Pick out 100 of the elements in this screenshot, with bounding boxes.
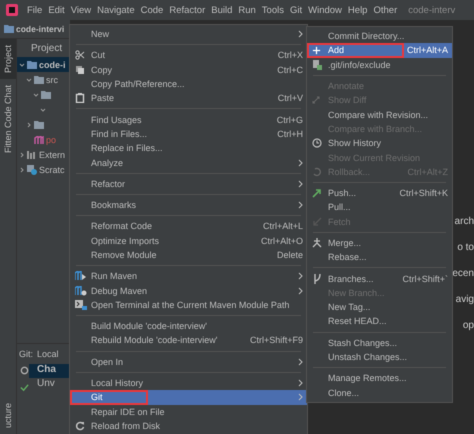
menu-item[interactable]: Repair IDE on File [70,404,307,419]
menu-item[interactable]: Copy Ctrl+C [70,62,307,77]
chevron-icon[interactable] [26,122,32,128]
maven-file-icon [34,136,44,144]
window-title: code-interv [408,4,456,16]
fetch-arrow-icon [312,216,322,227]
menu-item[interactable]: Refactor [70,176,307,191]
menu-item[interactable]: Clone... [307,386,452,400]
menu-item[interactable]: Run Maven [70,269,307,284]
merge-icon [312,238,322,248]
folder-icon [34,120,44,128]
menu-item[interactable]: Analyze [70,155,307,170]
editor-text: arch [454,215,474,229]
tree-item-label: po [46,134,56,144]
menu-item[interactable]: Window [305,4,345,16]
scratch-icon [27,164,37,174]
editor-text: op [462,319,474,333]
menu-item[interactable]: Paste Ctrl+V [70,91,307,106]
menu-item[interactable]: Cut Ctrl+X [70,48,307,63]
menu-item[interactable]: Show History [307,136,452,150]
terminal-icon [75,300,87,310]
menu-item[interactable]: New [70,27,307,42]
menu-item[interactable]: Commit Directory... [307,29,452,44]
refresh-icon[interactable] [20,366,29,375]
tree-item-label: code-i [39,60,66,70]
menu-item[interactable]: Run [235,4,259,16]
menu-item[interactable]: Other [370,4,400,16]
menu-item[interactable]: Build [208,4,236,16]
editor-text: ecen [452,267,474,281]
menu-item[interactable]: Help [344,4,370,16]
menu-item[interactable]: Find Usages Ctrl+G [70,112,307,127]
menu-item[interactable]: Refactor [166,4,208,16]
menu-item[interactable]: Replace in Files... [70,141,307,156]
changelist-item[interactable]: Cha [29,364,70,378]
menu-item[interactable]: Debug Maven [70,283,307,298]
tree-row[interactable]: src [17,72,70,87]
module-folder-icon [4,25,14,33]
menu-item[interactable]: Add Ctrl+Alt+A [307,43,452,58]
tree-row[interactable]: Extern [17,147,70,162]
chevron-icon[interactable] [19,62,25,68]
menu-item[interactable]: .git/info/exclude [307,58,452,72]
menu-item[interactable]: Push... Ctrl+Shift+K [307,186,452,200]
menu-item[interactable]: View [68,4,94,16]
menu-item[interactable]: Build Module 'code-interview' [70,319,307,334]
copy-icon [75,64,85,75]
menu-item[interactable]: Tools [258,4,287,16]
menu-item[interactable]: New Tag... [307,300,452,314]
chevron-icon[interactable] [19,166,25,172]
project-name: code-intervi [16,24,64,34]
branch-icon [312,274,322,284]
app-logo-icon [6,4,18,16]
menu-item[interactable]: Branches... Ctrl+Shift+` [307,271,452,286]
clock-icon [312,138,322,148]
tree-item-label: Scratc [39,164,65,174]
diff-arrows-icon [312,95,322,106]
panel-tab[interactable]: Local [37,349,59,359]
push-arrow-icon [312,188,322,198]
maven-run-icon [75,271,87,282]
tool-window-tab[interactable]: ucture [0,396,16,434]
menu-item[interactable]: Copy Path/Reference... [70,76,307,92]
menu-item[interactable]: Merge... [307,236,452,250]
changelist-item[interactable]: Unv [29,378,70,392]
menu-item[interactable]: Reset HEAD... [307,314,452,329]
menu-item[interactable]: Rebuild Module 'code-interview' Ctrl+Shift+F9 [70,333,307,348]
chevron-icon[interactable] [33,92,39,98]
menu-item[interactable]: Git [286,4,306,16]
view-selector[interactable]: Project [31,42,62,54]
menu-item[interactable]: Compare with Revision... [307,107,452,122]
menu-item[interactable]: Remove Module Delete [70,248,307,262]
menu-item[interactable]: Local History [70,376,307,390]
tool-window-tab[interactable]: Project [0,39,16,80]
tree-item-label: src [46,74,58,84]
tool-window-tab[interactable]: Fitten Code Chat [0,79,16,160]
menu-item[interactable]: Edit [45,4,68,16]
menu-item[interactable]: Pull... [307,200,452,215]
menu-item[interactable]: Navigate [94,4,138,16]
menu-item[interactable]: Stash Changes... [307,336,452,350]
menu-item[interactable]: Git [70,390,307,405]
tree-row[interactable]: code-i [17,57,70,72]
menu-item[interactable]: Rebase... [307,250,452,264]
check-icon[interactable] [20,383,29,392]
menu-item[interactable]: Reload from Disk [70,418,307,434]
editor-text: o to [457,241,474,255]
menu-item[interactable]: Open Terminal at the Current Maven Module Path [70,298,307,312]
menu-item[interactable]: Code [138,4,166,16]
menu-item[interactable]: Open In [70,354,307,369]
menu-item[interactable]: Optimize Imports Ctrl+Alt+O [70,234,307,248]
clipboard-icon [75,93,85,104]
menu-item[interactable]: Manage Remotes... [307,371,452,386]
chevron-icon[interactable] [19,152,25,158]
menu-item[interactable]: File [24,4,46,16]
menu-item[interactable]: Find in Files... Ctrl+H [70,126,307,142]
menu-item[interactable]: Unstash Changes... [307,350,452,364]
tree-row[interactable]: Scratc [17,162,70,177]
chevron-icon[interactable] [40,106,46,112]
menu-item[interactable]: Bookmarks [70,198,307,212]
editor-text: avig [456,293,474,307]
tree-item-label: Extern [39,150,66,160]
menu-item[interactable]: Reformat Code Ctrl+Alt+L [70,219,307,234]
chevron-icon[interactable] [26,76,32,82]
